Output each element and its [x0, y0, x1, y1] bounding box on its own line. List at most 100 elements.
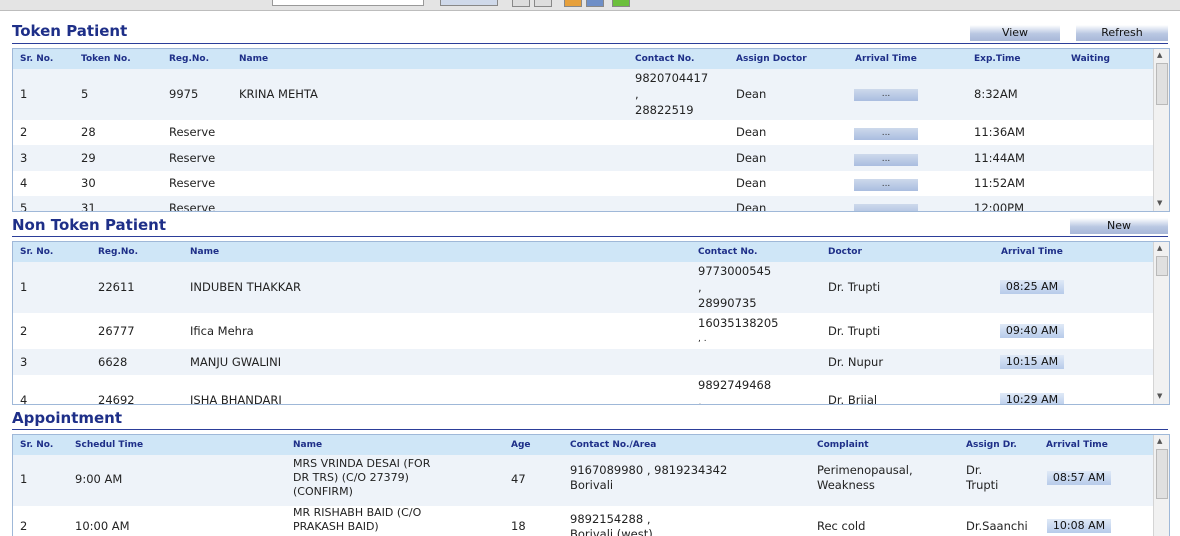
assign-doctor: Dr.: [966, 463, 983, 477]
vertical-scrollbar[interactable]: ▲ ▼: [1153, 49, 1169, 211]
doctor: Dr. Brijal: [828, 393, 878, 405]
search-input[interactable]: [272, 0, 424, 6]
arrival-time[interactable]: 09:40 AM: [1000, 324, 1064, 338]
scroll-up-icon[interactable]: ▲: [1157, 244, 1162, 252]
patient-name: ISHA BHANDARI: [190, 393, 282, 405]
arrival-time-button[interactable]: ...: [854, 179, 918, 191]
arrival-time-button[interactable]: ...: [854, 128, 918, 140]
scroll-up-icon[interactable]: ▲: [1157, 437, 1162, 445]
col-header: Sr. No.: [20, 440, 54, 450]
vertical-scrollbar[interactable]: ▲ ▼: [1153, 242, 1169, 404]
reg-no: 24692: [98, 393, 135, 405]
sr-no: 1: [20, 87, 28, 101]
schedule-time: 9:00 AM: [75, 472, 123, 486]
reg-no: Reserve: [169, 201, 216, 212]
sr-no: 4: [20, 393, 28, 405]
arrival-time[interactable]: 08:57 AM: [1047, 471, 1111, 485]
scroll-down-icon[interactable]: ▼: [1157, 392, 1162, 400]
sr-no: 1: [20, 472, 28, 486]
add-icon[interactable]: [612, 0, 630, 7]
table-row[interactable]: 5 31 Reserve Dean 12:00PM: [13, 196, 1153, 212]
patient-name: Ifica Mehra: [190, 324, 254, 338]
col-header: Contact No./Area: [570, 440, 657, 450]
reg-no: 26777: [98, 324, 135, 338]
token-no: 30: [81, 176, 96, 190]
table-row[interactable]: 1 22611 INDUBEN THAKKAR 9773000545 , 289…: [13, 262, 1153, 313]
patient-name: DR TRS) (C/O 27379): [293, 471, 409, 484]
col-header: Reg.No.: [98, 247, 139, 257]
complaint: Rec cold: [817, 519, 866, 533]
contact-area: Borivali: [570, 478, 614, 492]
search-button[interactable]: [440, 0, 498, 6]
contact-no: , .: [698, 334, 707, 344]
col-header: Assign Dr.: [966, 440, 1017, 450]
arrival-time-button[interactable]: ...: [854, 89, 918, 101]
exp-time: 11:44AM: [974, 151, 1025, 165]
assign-doctor: Dean: [736, 125, 767, 139]
new-button[interactable]: New: [1070, 218, 1168, 234]
print-icon[interactable]: [512, 0, 530, 7]
arrival-time[interactable]: 10:15 AM: [1000, 355, 1064, 369]
scroll-up-icon[interactable]: ▲: [1157, 51, 1162, 59]
table-row[interactable]: 2 28 Reserve Dean ... 11:36AM: [13, 120, 1153, 145]
col-header: Assign Doctor: [736, 54, 807, 64]
exp-time: 8:32AM: [974, 87, 1018, 101]
non-token-patient-grid: Sr. No. Reg.No. Name Contact No. Doctor …: [12, 241, 1170, 405]
patient-name: INDUBEN THAKKAR: [190, 280, 301, 294]
reg-no: Reserve: [169, 125, 216, 139]
appointment-grid: Sr. No. Schedul Time Name Age Contact No…: [12, 434, 1170, 536]
reg-no: Reserve: [169, 176, 216, 190]
arrival-time[interactable]: 10:08 AM: [1047, 519, 1111, 533]
token-patient-grid: Sr. No. Token No. Reg.No. Name Contact N…: [12, 48, 1170, 212]
table-row[interactable]: 9892749468 , 4 24692 ISHA BHANDARI Dr. B…: [13, 375, 1153, 405]
reg-no: Reserve: [169, 151, 216, 165]
app-title-fragment: [14, 0, 154, 4]
patient-name: KRINA MEHTA: [239, 87, 318, 101]
document-icon[interactable]: [534, 0, 552, 7]
table-row[interactable]: 3 6628 MANJU GWALINI Dr. Nupur 10:15 AM: [13, 349, 1153, 375]
grid-header: Sr. No. Schedul Time Name Age Contact No…: [13, 435, 1153, 456]
top-toolbar: [0, 0, 1180, 11]
sr-no: 3: [20, 355, 28, 369]
col-header: Waiting: [1071, 54, 1111, 64]
exp-time: 11:36AM: [974, 125, 1025, 139]
folder-icon[interactable]: [564, 0, 582, 7]
scroll-thumb[interactable]: [1156, 256, 1168, 276]
arrival-time-button[interactable]: ...: [854, 154, 918, 166]
col-header: Reg.No.: [169, 54, 210, 64]
scroll-thumb[interactable]: [1156, 63, 1168, 105]
col-header: Contact No.: [698, 247, 758, 257]
assign-doctor: Dean: [736, 87, 767, 101]
view-button[interactable]: View: [970, 25, 1060, 41]
user-icon[interactable]: [586, 0, 604, 7]
table-row[interactable]: 2 26777 Ifica Mehra 16035138205 , . Dr. …: [13, 313, 1153, 349]
table-row[interactable]: 3 29 Reserve Dean ... 11:44AM: [13, 145, 1153, 171]
patient-name: PRAKASH BAID): [293, 520, 379, 533]
non-token-patient-title: Non Token Patient: [12, 216, 166, 234]
table-row[interactable]: 4 30 Reserve Dean ... 11:52AM: [13, 171, 1153, 196]
arrival-time[interactable]: 10:29 AM: [1000, 393, 1064, 404]
sr-no: 5: [20, 201, 28, 212]
schedule-time: 10:00 AM: [75, 519, 130, 533]
refresh-button[interactable]: Refresh: [1076, 25, 1168, 41]
contact-no: ,: [698, 394, 702, 405]
scroll-thumb[interactable]: [1156, 449, 1168, 499]
doctor: Dr. Trupti: [828, 280, 881, 294]
contact-no: 9820704417: [635, 71, 709, 85]
table-row[interactable]: 2 10:00 AM MR RISHABH BAID (C/O PRAKASH …: [13, 506, 1153, 536]
assign-doctor: Dr.Saanchi: [966, 519, 1028, 533]
col-header: Arrival Time: [1001, 247, 1063, 257]
grid-header: Sr. No. Token No. Reg.No. Name Contact N…: [13, 49, 1153, 70]
reg-no: 22611: [98, 280, 135, 294]
section-divider: [12, 236, 1168, 237]
scroll-down-icon[interactable]: ▼: [1157, 199, 1162, 207]
table-row[interactable]: 1 9:00 AM MRS VRINDA DESAI (FOR DR TRS) …: [13, 455, 1153, 506]
reg-no: 9975: [169, 87, 199, 101]
contact-no: 28822519: [635, 103, 694, 117]
vertical-scrollbar[interactable]: ▲: [1153, 435, 1169, 536]
contact-no: ,: [698, 280, 702, 294]
table-row[interactable]: 1 5 9975 KRINA MEHTA 9820704417 , 288225…: [13, 69, 1153, 120]
patient-name: (CONFIRM): [293, 485, 353, 498]
arrival-time-button[interactable]: [854, 204, 918, 211]
arrival-time[interactable]: 08:25 AM: [1000, 280, 1064, 294]
